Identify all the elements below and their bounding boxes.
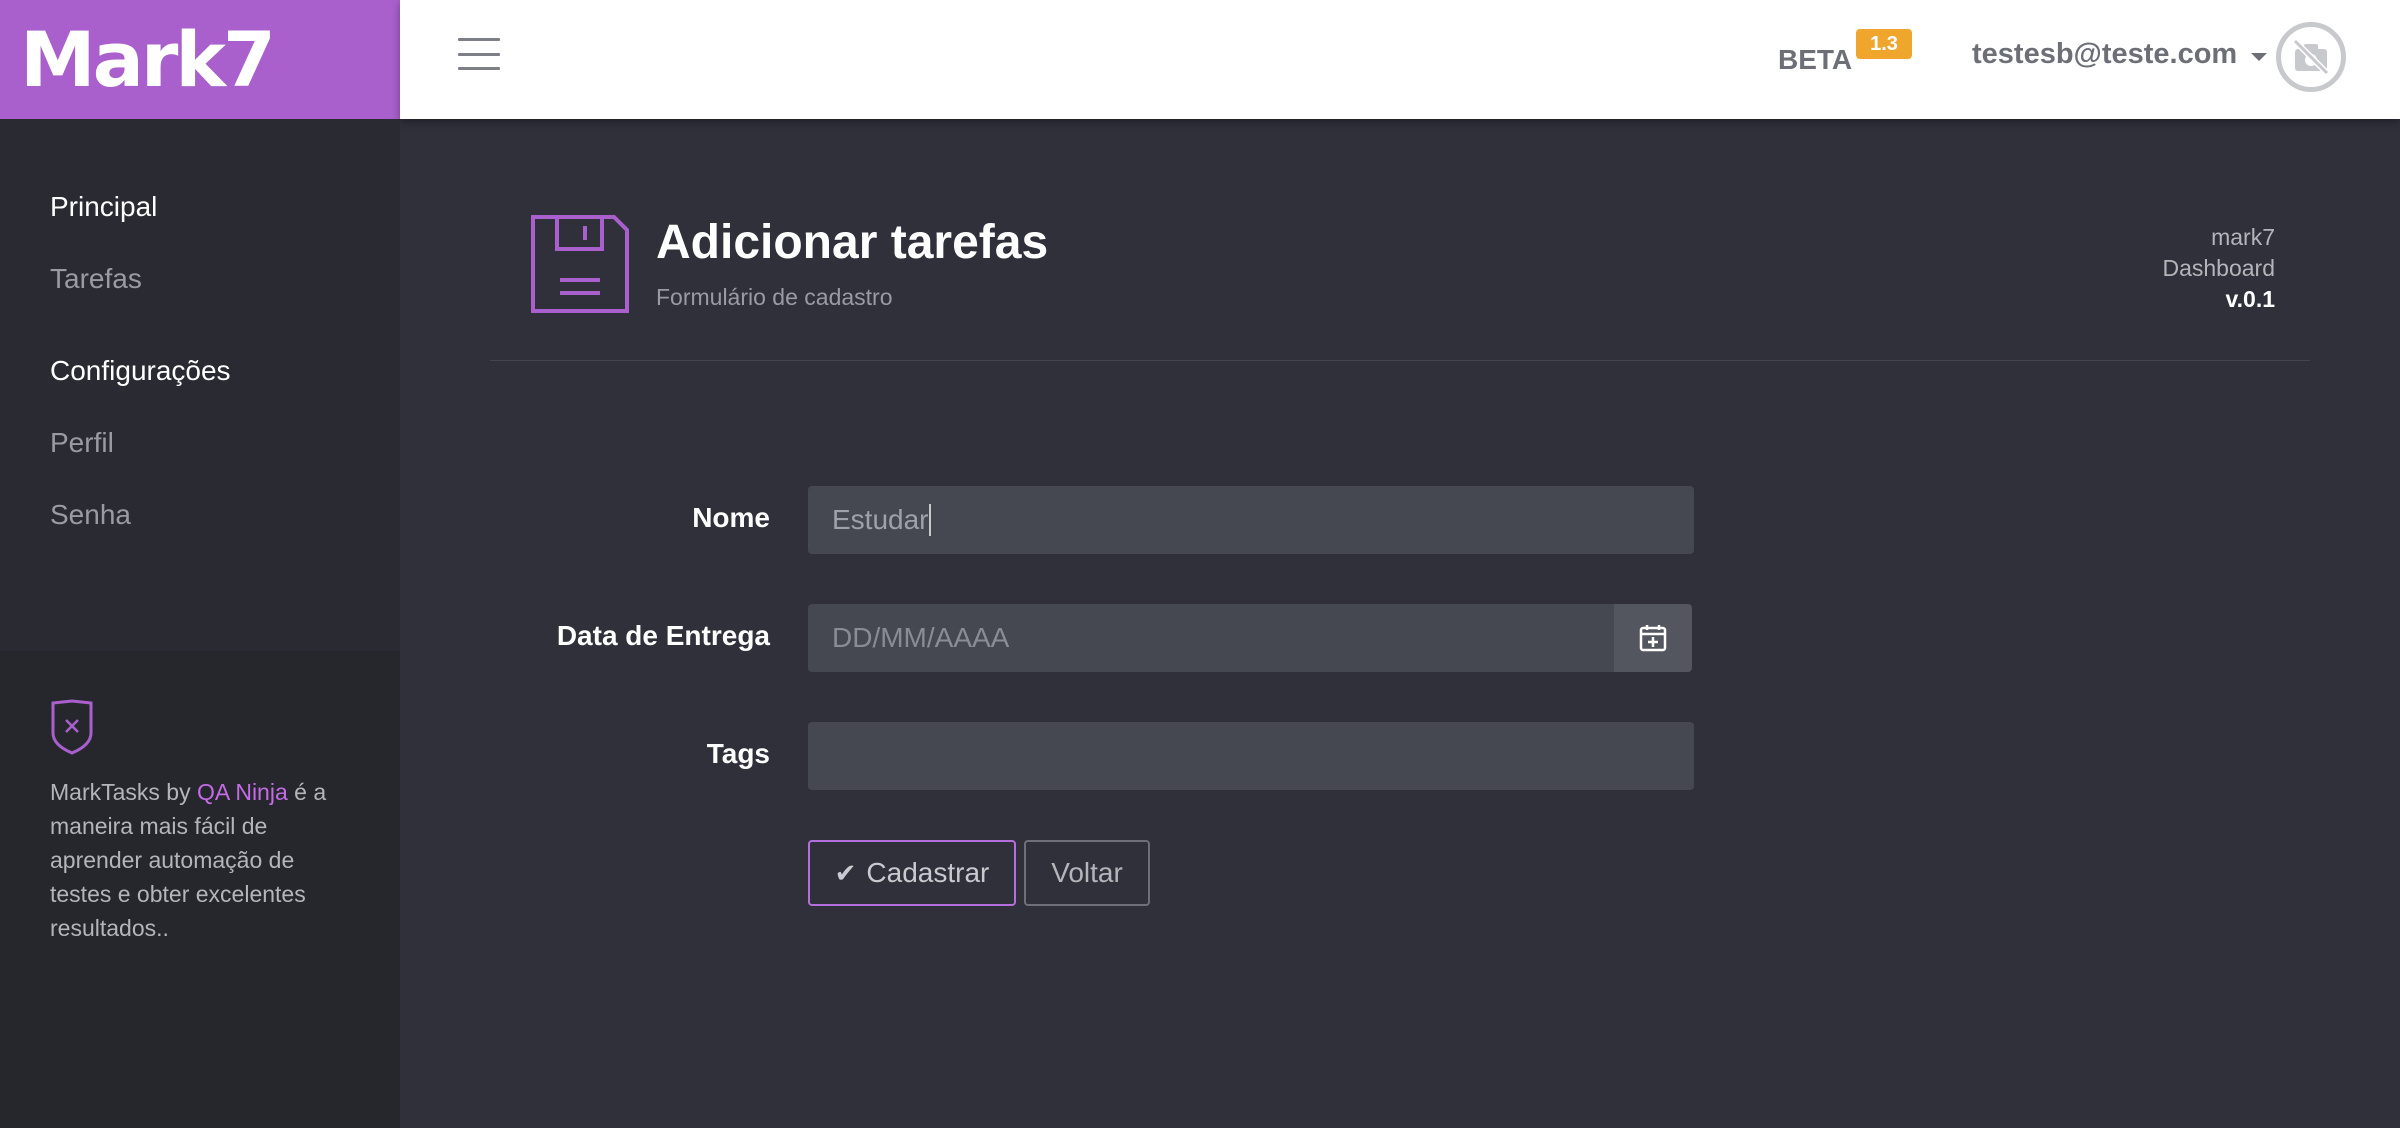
version-line-dashboard: Dashboard [2162, 255, 2275, 281]
tags-label: Tags [706, 738, 770, 769]
page-title: Adicionar tarefas [656, 216, 1049, 269]
data-entrega-label: Data de Entrega [556, 620, 770, 651]
shield-x-icon [51, 699, 93, 755]
app: Mark7 BETA 1.3 testesb@teste.com Princip… [0, 0, 2400, 1128]
logo[interactable]: Mark7 [20, 21, 276, 98]
no-photo-icon [2292, 38, 2330, 76]
floppy-disk-icon [531, 215, 629, 313]
version-number: v.0.1 [2225, 286, 2275, 312]
beta-version-badge: 1.3 [1856, 29, 1912, 59]
sidebar-item-perfil[interactable]: Perfil [50, 427, 114, 459]
cadastrar-button[interactable]: ✔ Cadastrar [808, 840, 1016, 906]
page-subtitle: Formulário de cadastro [656, 284, 893, 310]
hamburger-icon[interactable] [458, 38, 500, 70]
sidebar-item-tarefas[interactable]: Tarefas [50, 263, 142, 295]
calendar-plus-icon [1639, 625, 1667, 652]
caret-down-icon [2251, 52, 2268, 61]
sidebar: Principal Tarefas Configurações Perfil S… [0, 119, 400, 1128]
version-line-app: mark7 [2211, 224, 2275, 250]
voltar-button[interactable]: Voltar [1024, 840, 1150, 906]
user-email: testesb@teste.com [1972, 38, 2238, 70]
tags-input[interactable] [808, 722, 1694, 790]
cadastrar-label: Cadastrar [866, 857, 990, 888]
main-content: Adicionar tarefas Formulário de cadastro… [400, 119, 2400, 1128]
header-divider [490, 360, 2310, 361]
qa-ninja-link[interactable]: QA Ninja [197, 779, 288, 805]
brand-bar: Mark7 [0, 0, 400, 119]
data-entrega-group [808, 604, 1692, 672]
nome-input[interactable] [808, 486, 1694, 554]
sidebar-footer: MarkTasks by QA Ninja é a maneira mais f… [0, 651, 400, 1128]
sidebar-section-principal: Principal [50, 191, 158, 222]
version-info: mark7 Dashboard v.0.1 [2162, 222, 2275, 315]
sidebar-item-senha[interactable]: Senha [50, 499, 131, 531]
user-menu-dropdown[interactable]: testesb@teste.com [1972, 38, 2268, 71]
calendar-button[interactable] [1614, 604, 1692, 672]
beta-label: BETA [1778, 44, 1853, 75]
check-icon: ✔ [834, 857, 857, 888]
avatar[interactable] [2276, 22, 2346, 92]
data-entrega-input[interactable] [808, 604, 1614, 672]
sidebar-section-configuracoes: Configurações [50, 355, 231, 386]
nome-label: Nome [692, 502, 770, 533]
about-text: MarkTasks by QA Ninja é a maneira mais f… [50, 779, 327, 941]
text-cursor [929, 504, 932, 536]
top-navbar: BETA 1.3 testesb@teste.com [400, 0, 2400, 119]
